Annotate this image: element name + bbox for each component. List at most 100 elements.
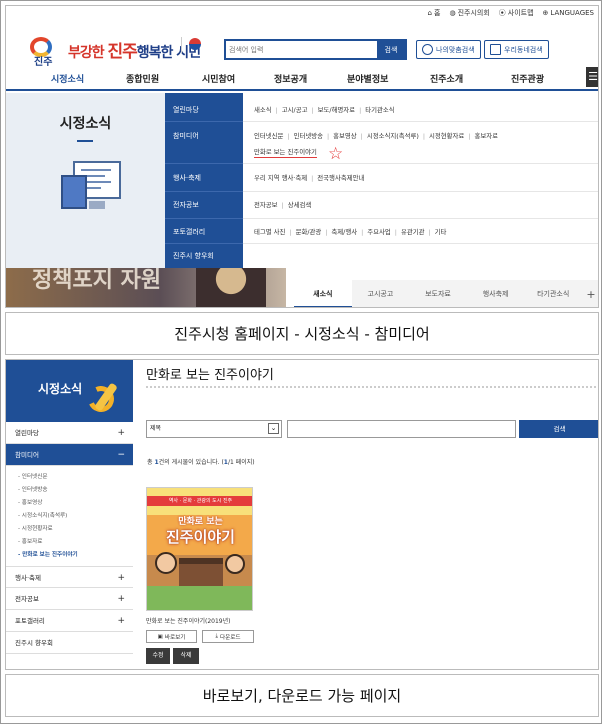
sub-related-orgs[interactable]: 유관기관 (401, 228, 425, 236)
side-item-gazette[interactable]: 전자공보 + (6, 588, 133, 610)
page-under-menu: 정책포지 자원 새소식 고시공고 보도자료 행사축제 타기관소식 + (6, 268, 598, 307)
tab-other-org[interactable]: 타기관소식 (524, 280, 582, 307)
page: ⌂ 홈 ◍ 진주시의회 ⦿ 사이트맵 ⊕ LANGUAGES 진주 부강한 진주… (0, 0, 602, 724)
tab-notice[interactable]: 고시공고 (352, 280, 410, 307)
util-home-link[interactable]: ⌂ 홈 (428, 8, 441, 18)
sub-national-events[interactable]: 전국행사축제안내 (317, 174, 364, 182)
sub-local-events[interactable]: 우리 지역 행사·축제 (254, 174, 307, 182)
homepage-screenshot: ⌂ 홈 ◍ 진주시의회 ⦿ 사이트맵 ⊕ LANGUAGES 진주 부강한 진주… (5, 5, 599, 308)
town-search-button[interactable]: 우리동네검색 (484, 40, 549, 59)
side-sub-internet-tv[interactable]: - 인터넷방송 (18, 485, 48, 493)
download-button[interactable]: ⤓ 다운로드 (202, 630, 254, 643)
sub-culture[interactable]: 문화/관광 (296, 228, 322, 236)
search-button[interactable]: 검색 (377, 41, 405, 58)
comic-cover-thumbnail[interactable]: 역사 · 문화 · 관광의 도시 진주 만화로 보는 진주이야기 (146, 487, 253, 611)
side-title: 시정소식 (38, 382, 83, 396)
nav-news[interactable]: 시정소식 (51, 72, 84, 85)
news-tabs: 새소식 고시공고 보도자료 행사축제 타기관소식 + (294, 280, 598, 307)
page-title: 만화로 보는 진주이야기 (146, 368, 274, 383)
sub-gazette[interactable]: 전자공보 (254, 201, 278, 209)
nav-civil[interactable]: 종합민원 (126, 72, 159, 85)
side-sub-promo-video[interactable]: - 홍보영상 (18, 498, 42, 506)
sub-promo-data[interactable]: 홍보자료 (474, 132, 498, 140)
edit-button[interactable]: 수정 (146, 648, 170, 664)
sub-detail-search[interactable]: 상세검색 (288, 201, 312, 209)
viewer-icon: ▣ (157, 633, 163, 640)
download-icon: ⤓ (215, 633, 218, 639)
side-sub-newsletter[interactable]: - 시정소식지(촉석루) (18, 511, 67, 519)
cat-hometown-assoc[interactable]: 진주시 향우회 (173, 251, 214, 261)
logo-mark-icon: 진주 (26, 34, 66, 68)
board-search-input[interactable] (287, 420, 516, 438)
nav-open-info[interactable]: 정보공개 (274, 72, 307, 85)
util-language-link[interactable]: ⊕ LANGUAGES (543, 8, 594, 18)
side-item-media[interactable]: 참미디어 − (6, 444, 133, 466)
sub-internet-news[interactable]: 인터넷신문 (254, 132, 283, 140)
side-item-photo[interactable]: 포토갤러리 + (6, 610, 133, 632)
sub-festival[interactable]: 축제/행사 (331, 228, 357, 236)
city-logo[interactable]: 진주 부강한 진주행복한 시민 (26, 34, 201, 68)
chevron-down-icon: ⌄ (268, 423, 279, 434)
comic-page-screenshot: 시정소식 열린마당 + 참미디어 − - 인터넷신문 - 인터넷방송 - 홍보영상 … (5, 359, 599, 670)
nav-tour[interactable]: 진주관광 (511, 72, 544, 85)
side-item-hometown-assoc[interactable]: 진주시 향우회 (6, 632, 133, 654)
divider (146, 386, 598, 388)
sub-status-data[interactable]: 시정현황자료 (429, 132, 464, 140)
sub-other-org[interactable]: 타기관소식 (365, 106, 394, 114)
caption-bottom: 바로보기, 다운로드 가능 페이지 (5, 674, 599, 717)
cat-photo[interactable]: 포토갤러리 (173, 227, 205, 237)
nav-field-info[interactable]: 분야별정보 (347, 72, 388, 85)
monitor-icon (490, 44, 501, 55)
banner-image: 정책포지 자원 (6, 268, 286, 307)
sub-tag-photo[interactable]: 테그별 사진 (254, 228, 285, 236)
cat-open-forum[interactable]: 열린마당 (173, 105, 199, 115)
my-search-button[interactable]: 나의맞춤검색 (416, 40, 481, 59)
cat-gazette[interactable]: 전자공보 (173, 200, 199, 210)
side-sub-internet-news[interactable]: - 인터넷신문 (18, 472, 48, 480)
delete-button[interactable]: 삭제 (173, 648, 199, 664)
mega-menu-categories: 열린마당 참미디어 행사·축제 전자공보 포토갤러리 진주시 향우회 (165, 93, 243, 268)
util-council-link[interactable]: ◍ 진주시의회 (449, 8, 489, 18)
search-field-select[interactable]: 제목 ⌄ (146, 420, 282, 438)
sub-press[interactable]: 보도/해명자료 (318, 106, 355, 114)
sub-comic-story[interactable]: 만화로 보는 진주이야기 (254, 148, 317, 158)
tab-news[interactable]: 새소식 (294, 280, 352, 307)
side-item-events[interactable]: 행사·축제 + (6, 566, 133, 588)
cat-media[interactable]: 참미디어 (173, 131, 199, 141)
sub-promo-video[interactable]: 홍보영상 (333, 132, 357, 140)
search-input[interactable] (226, 41, 377, 58)
item-title[interactable]: 만화로 보는 진주이야기(2019년) (146, 616, 231, 625)
hamburger-menu-icon[interactable]: ☰ (586, 67, 598, 87)
document-illustration-icon (61, 161, 127, 213)
board-search-button[interactable]: 검색 (519, 420, 598, 438)
more-plus-icon[interactable]: + (582, 280, 598, 307)
person-icon (422, 44, 433, 55)
sub-notice[interactable]: 고시/공고 (282, 106, 308, 114)
side-sub-status-data[interactable]: - 시정현황자료 (18, 524, 53, 532)
side-sub-comic-story[interactable]: - 만화로 보는 진주이야기 (18, 550, 78, 558)
sub-news[interactable]: 새소식 (254, 106, 272, 114)
divider (77, 140, 93, 142)
tab-press[interactable]: 보도자료 (409, 280, 467, 307)
mega-menu-title: 시정소식 (59, 116, 112, 132)
util-sitemap-link[interactable]: ⦿ 사이트맵 (499, 8, 534, 18)
caption-top: 진주시청 홈페이지 - 시정소식 - 참미디어 (5, 312, 599, 355)
tab-events[interactable]: 행사축제 (467, 280, 525, 307)
sub-internet-tv[interactable]: 인터넷방송 (294, 132, 323, 140)
nav-about[interactable]: 진주소개 (430, 72, 463, 85)
main-nav: 시정소식 종합민원 시민참여 정보공개 분야별정보 진주소개 진주관광 ☰ (6, 65, 598, 91)
cat-events[interactable]: 행사·축제 (173, 173, 201, 183)
sub-projects[interactable]: 주요사업 (367, 228, 391, 236)
sub-etc[interactable]: 기타 (435, 228, 447, 236)
side-header: 시정소식 (6, 360, 133, 422)
site-search: 검색 (224, 39, 407, 60)
taegukgi-flag-icon (181, 37, 203, 53)
mega-menu: 시정소식 열린마당 참미디어 행사·축제 전자공보 포토갤러리 진주시 향우회 … (6, 93, 598, 268)
side-sub-promo-data[interactable]: - 홍보자료 (18, 537, 42, 545)
nav-participation[interactable]: 시민참여 (202, 72, 235, 85)
star-marker-icon: ☆ (328, 144, 344, 164)
mega-menu-intro: 시정소식 (6, 93, 165, 268)
view-button[interactable]: ▣ 바로보기 (146, 630, 197, 643)
side-item-open-forum[interactable]: 열린마당 + (6, 422, 133, 444)
sub-newsletter[interactable]: 시정소식지(촉석루) (367, 132, 419, 140)
